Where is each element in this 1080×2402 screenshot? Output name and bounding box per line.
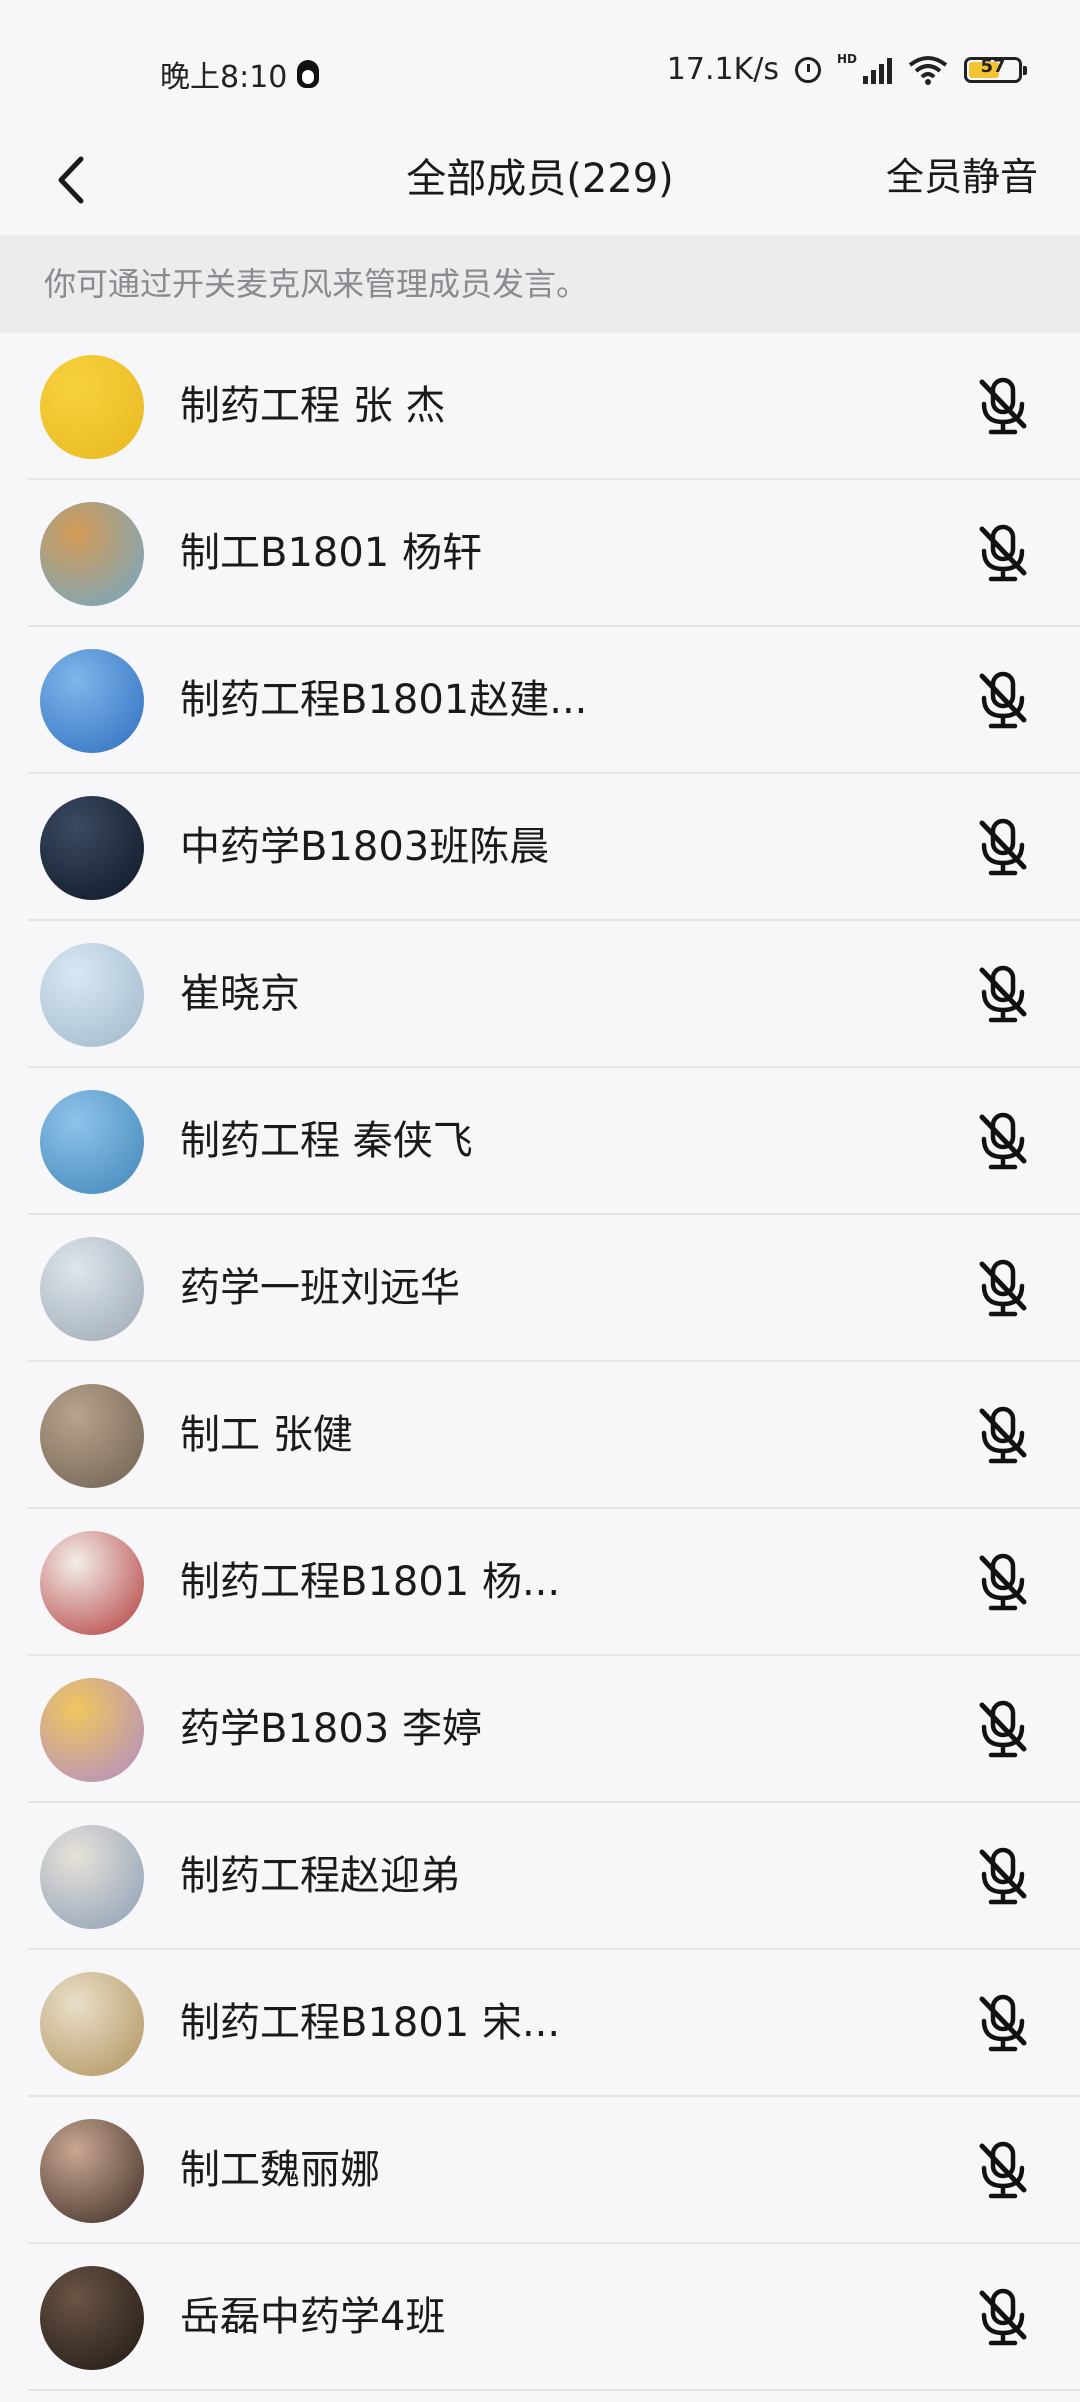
mic-toggle-button[interactable] (970, 2137, 1036, 2203)
member-row[interactable]: 制药工程 张 杰 (0, 333, 1080, 480)
member-avatar[interactable] (40, 1972, 144, 2076)
microphone-muted-icon (979, 1553, 1027, 1611)
member-name: 制工魏丽娜 (180, 2147, 380, 2193)
member-name: 制工B1801 杨轩 (180, 530, 482, 576)
microphone-muted-icon (979, 1700, 1027, 1758)
member-row[interactable]: 制工B1801 杨轩 (0, 480, 1080, 627)
microphone-muted-icon (979, 1847, 1027, 1905)
member-list: 制药工程 张 杰制工B1801 杨轩制药工程B1801赵建... 中药学B1803… (0, 333, 1080, 2391)
mic-toggle-button[interactable] (970, 1255, 1036, 1321)
member-name: 制药工程赵迎弟 (180, 1853, 460, 1899)
member-name: 药学一班刘远华 (180, 1265, 460, 1311)
mic-toggle-button[interactable] (970, 520, 1036, 586)
wifi-icon (908, 55, 948, 85)
member-avatar[interactable] (40, 2119, 144, 2223)
member-row[interactable]: 药学一班刘远华 (0, 1215, 1080, 1362)
member-avatar[interactable] (40, 502, 144, 606)
member-row[interactable]: 制工魏丽娜 (0, 2097, 1080, 2244)
status-left: 晚上8:10 (160, 52, 320, 96)
member-name: 制药工程B1801 杨... (180, 1559, 561, 1605)
status-right: 17.1K/s HD 57 (666, 52, 1027, 87)
member-avatar[interactable] (40, 1090, 144, 1194)
signal-icon (863, 56, 892, 84)
member-avatar[interactable] (40, 1237, 144, 1341)
microphone-muted-icon (979, 2288, 1027, 2346)
network-speed: 17.1K/s (666, 52, 779, 87)
member-row[interactable]: 制药工程B1801赵建... (0, 627, 1080, 774)
status-time: 晚上8:10 (160, 60, 288, 95)
microphone-muted-icon (979, 1994, 1027, 2052)
microphone-muted-icon (979, 965, 1027, 1023)
member-name: 岳磊中药学4班 (180, 2294, 446, 2340)
hint-banner: 你可通过开关麦克风来管理成员发言。 (0, 235, 1080, 333)
mic-toggle-button[interactable] (970, 1549, 1036, 1615)
microphone-muted-icon (979, 1406, 1027, 1464)
member-name: 药学B1803 李婷 (180, 1706, 482, 1752)
member-name: 制药工程B1801 宋... (180, 2000, 561, 2046)
microphone-muted-icon (979, 1259, 1027, 1317)
mic-toggle-button[interactable] (970, 961, 1036, 1027)
member-row[interactable]: 制工 张健 (0, 1362, 1080, 1509)
member-avatar[interactable] (40, 2266, 144, 2370)
member-row[interactable]: 制药工程赵迎弟 (0, 1803, 1080, 1950)
member-avatar[interactable] (40, 796, 144, 900)
member-row[interactable]: 制药工程B1801 杨... (0, 1509, 1080, 1656)
member-name: 制药工程B1801赵建... (180, 677, 588, 723)
mic-toggle-button[interactable] (970, 1402, 1036, 1468)
mic-toggle-button[interactable] (970, 667, 1036, 733)
mic-toggle-button[interactable] (970, 2284, 1036, 2350)
member-row[interactable]: 中药学B1803班陈晨 (0, 774, 1080, 921)
alarm-icon (794, 56, 821, 83)
microphone-muted-icon (979, 1112, 1027, 1170)
member-row[interactable]: 药学B1803 李婷 (0, 1656, 1080, 1803)
member-name: 中药学B1803班陈晨 (180, 824, 550, 870)
mic-toggle-button[interactable] (970, 814, 1036, 880)
microphone-muted-icon (979, 818, 1027, 876)
hd-label: HD (836, 52, 857, 66)
member-row[interactable]: 岳磊中药学4班 (0, 2244, 1080, 2391)
member-avatar[interactable] (40, 943, 144, 1047)
member-avatar[interactable] (40, 355, 144, 459)
member-name: 制药工程 张 杰 (180, 383, 446, 429)
member-avatar[interactable] (40, 1531, 144, 1635)
member-name: 崔晓京 (180, 971, 300, 1017)
member-avatar[interactable] (40, 1825, 144, 1929)
member-row[interactable]: 崔晓京 (0, 921, 1080, 1068)
member-avatar[interactable] (40, 1384, 144, 1488)
microphone-muted-icon (979, 671, 1027, 729)
member-row[interactable]: 制药工程 秦侠飞 (0, 1068, 1080, 1215)
header-bar: 全部成员(229) 全员静音 (0, 130, 1080, 235)
microphone-muted-icon (979, 524, 1027, 582)
mic-toggle-button[interactable] (970, 1990, 1036, 2056)
member-name: 制工 张健 (180, 1412, 353, 1458)
mic-toggle-button[interactable] (970, 1108, 1036, 1174)
mute-all-button[interactable]: 全员静音 (886, 146, 1038, 201)
qq-penguin-icon (297, 60, 320, 88)
mic-toggle-button[interactable] (970, 1696, 1036, 1762)
battery-icon: 57 (964, 55, 1027, 83)
battery-level: 57 (980, 55, 1006, 77)
member-avatar[interactable] (40, 1678, 144, 1782)
microphone-muted-icon (979, 377, 1027, 435)
mic-toggle-button[interactable] (970, 1843, 1036, 1909)
member-row[interactable]: 制药工程B1801 宋... (0, 1950, 1080, 2097)
status-bar: 晚上8:10 17.1K/s HD 57 (0, 0, 1080, 130)
member-avatar[interactable] (40, 649, 144, 753)
member-name: 制药工程 秦侠飞 (180, 1118, 473, 1164)
microphone-muted-icon (979, 2141, 1027, 2199)
mic-toggle-button[interactable] (970, 373, 1036, 439)
